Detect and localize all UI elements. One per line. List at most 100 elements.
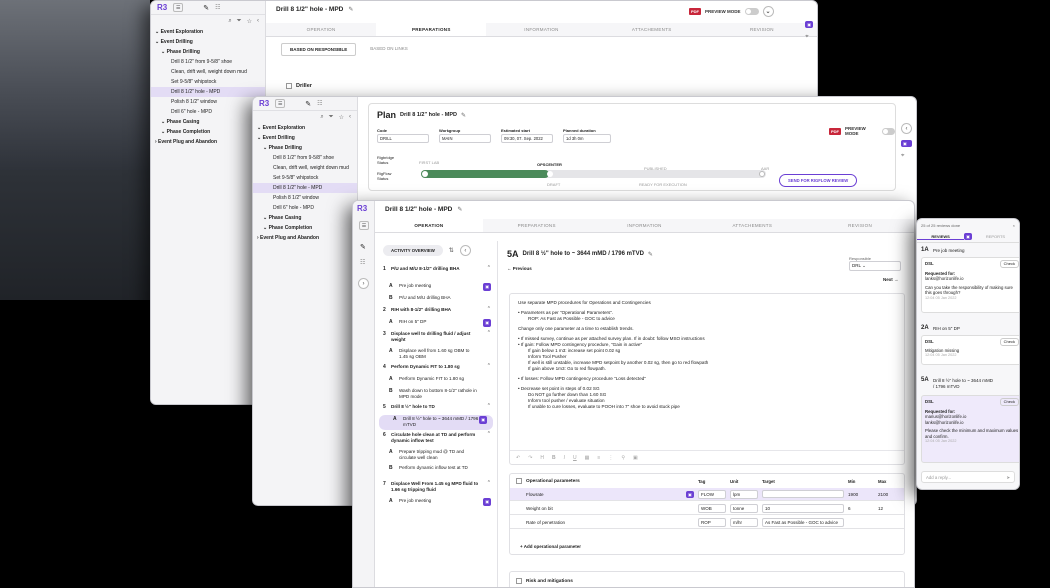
param-tag[interactable]: WOB	[698, 503, 726, 513]
tab-information[interactable]: INFORMATION	[591, 219, 699, 232]
send-icon[interactable]: ➤	[1006, 475, 1010, 480]
activity-group[interactable]: 1 P/U and M/U 8-1/2" drilling BHA ⌃	[375, 265, 497, 280]
tree-item[interactable]: ⌄ Event Drilling	[151, 37, 265, 47]
activity-step[interactable]: B Wash down to bottom 8-1/2" rathole in M…	[375, 387, 497, 402]
pen-icon[interactable]: ✎	[360, 243, 366, 251]
chevron-left-icon[interactable]: ‹	[459, 245, 471, 256]
close-icon[interactable]: ×	[1013, 223, 1015, 228]
list-icon[interactable]: ☷	[360, 259, 365, 266]
comment-icon[interactable]: ▣	[686, 490, 694, 498]
tree-item[interactable]: Polish 8 1/2" window	[151, 97, 265, 107]
edit-icon[interactable]: ✎	[348, 6, 353, 13]
subtab-responsible[interactable]: BASED ON RESPONSIBLE	[281, 43, 357, 56]
tab-attachements[interactable]: ATTACHEMENTS	[597, 23, 707, 36]
tab-operation[interactable]: OPERATION	[266, 23, 376, 36]
edit-icon[interactable]: ✎	[461, 112, 466, 119]
search-icon[interactable]: ⌕	[320, 114, 323, 121]
activity-step[interactable]: A Displace well from 1.60 sg OBM to 1.45 …	[375, 347, 497, 362]
param-min[interactable]: 1900	[848, 492, 858, 497]
tree-item[interactable]: Drill 6" hole - MPD	[151, 107, 265, 117]
tree-item[interactable]: ⌄ Event Exploration	[151, 27, 265, 37]
add-parameter-button[interactable]: + Add operational parameter	[520, 544, 581, 549]
edit-icon[interactable]: ✎	[648, 251, 653, 258]
location-icon[interactable]: ⌖	[901, 153, 912, 160]
chevron-down-icon[interactable]: ⌄	[762, 6, 774, 17]
menu-icon[interactable]: ☰	[173, 3, 184, 12]
tree-item[interactable]: Clean, drift well, weight down mud	[151, 67, 265, 77]
activity-step[interactable]: A Perform Dynamic FIT to 1.80 sg	[375, 375, 497, 386]
activity-group[interactable]: 6 Circulate hole clean at TD and perform …	[375, 431, 497, 446]
stage-dot-3[interactable]	[759, 171, 765, 177]
chevron-up-icon[interactable]: ⌃	[487, 330, 491, 336]
tree-item[interactable]: ⌄ Phase Completion	[253, 223, 357, 233]
pen-icon[interactable]: ✎	[305, 100, 311, 108]
param-unit[interactable]: m/hr	[730, 517, 758, 527]
stage-dot-2[interactable]	[547, 171, 553, 177]
check-button[interactable]: Check	[999, 338, 1019, 346]
param-target[interactable]: 10	[762, 503, 844, 513]
activity-step[interactable]: A Pre job meeting ▣	[375, 497, 497, 508]
star-icon[interactable]: ☆	[247, 18, 252, 25]
param-max[interactable]: 12	[878, 506, 883, 511]
plan-field-value[interactable]: MAIN	[439, 134, 491, 143]
bullet-list-icon[interactable]: ≡	[597, 455, 600, 461]
tree-item[interactable]: Drill 6" hole - MPD	[253, 203, 357, 213]
tab-operation[interactable]: OPERATION	[375, 219, 483, 232]
stage-dot-1[interactable]	[422, 171, 428, 177]
tree-item[interactable]: ⌄ Event Drilling	[253, 133, 357, 143]
image-icon[interactable]: ▣	[633, 455, 638, 461]
subtab-links[interactable]: BASED ON LINKS	[362, 43, 416, 56]
tab-preparations[interactable]: PREPARATIONS	[376, 23, 487, 36]
param-unit[interactable]: lpm	[730, 489, 758, 499]
sort-icon[interactable]: ⇅	[449, 247, 454, 254]
param-min[interactable]: 6	[848, 506, 851, 511]
activity-step[interactable]: A RIH on 5" DP ▣	[375, 318, 497, 329]
tab-attachements[interactable]: ATTACHEMENTS	[698, 219, 806, 232]
chevron-up-icon[interactable]: ⌃	[487, 431, 491, 437]
star-icon[interactable]: ☆	[339, 114, 344, 121]
link-icon[interactable]: ⚲	[621, 455, 625, 461]
tree-item[interactable]: Set 9-5/8" whipstock	[151, 77, 265, 87]
review-comment[interactable]: DSL Check Mitigation missing 12:04 05 Jan 2…	[921, 335, 1019, 365]
plan-field-value[interactable]: DRILL	[377, 134, 429, 143]
preview-toggle[interactable]	[882, 127, 895, 135]
chevron-up-icon[interactable]: ⌃	[487, 306, 491, 312]
tree-item[interactable]: Polish 8 1/2" window	[253, 193, 357, 203]
chat-icon[interactable]: ▣	[805, 21, 813, 28]
activity-group[interactable]: 4 Perform Dynamic FIT to 1.80 sg ⌃	[375, 363, 497, 373]
responsible-select[interactable]: DRL ⌄	[849, 261, 901, 271]
activity-step[interactable]: B Perform dynamic inflow test at TD	[375, 464, 497, 479]
chevron-up-icon[interactable]: ⌃	[487, 403, 491, 409]
list-icon[interactable]: ☷	[317, 100, 322, 107]
tree-item[interactable]: Drill 8 1/2" hole - MPD	[151, 87, 265, 97]
checkbox[interactable]	[286, 83, 292, 89]
preview-toggle[interactable]	[744, 8, 759, 15]
tab-revision[interactable]: REVISION	[806, 219, 914, 232]
tree-item[interactable]: ⌄ Phase Completion	[151, 127, 265, 137]
check-button[interactable]: Check	[999, 398, 1019, 406]
param-target[interactable]	[762, 490, 844, 498]
underline-icon[interactable]: U	[573, 455, 577, 461]
menu-icon[interactable]: ☰	[275, 99, 286, 108]
tree-item[interactable]: ⌄ Phase Casing	[151, 117, 265, 127]
plan-field-value[interactable]: 1d 3h 0m	[563, 134, 611, 143]
review-comment[interactable]: DSL Check Requested for: marius@horizonlife…	[921, 395, 1019, 463]
chevron-left-icon[interactable]: ‹	[257, 18, 259, 24]
chat-icon[interactable]: ▣	[901, 140, 912, 147]
pdf-icon[interactable]: PDF	[689, 8, 701, 15]
check-button[interactable]: Check	[999, 260, 1019, 268]
activity-step[interactable]: B P/U and M/U drilling BHA	[375, 294, 497, 305]
tree-item[interactable]: Clean, drift well, weight down mud	[253, 163, 357, 173]
tree-item[interactable]: ⌄ Phase Drilling	[253, 143, 357, 153]
activity-group[interactable]: 2 RIH with 8-1/2" drilling BHA ⌃	[375, 306, 497, 316]
activity-step[interactable]: A Pre job meeting ▣	[375, 282, 497, 293]
param-max[interactable]: 2100	[878, 492, 888, 497]
review-comment[interactable]: DSL Check Requested for: lanks@horizonlife.…	[921, 257, 1019, 313]
risk-checkbox[interactable]	[516, 578, 522, 584]
filter-icon[interactable]: ⏷	[237, 18, 242, 25]
tab-reports[interactable]: REPORTS	[972, 234, 1019, 239]
chevron-up-icon[interactable]: ⌃	[487, 265, 491, 271]
numbered-list-icon[interactable]: ⋮	[608, 455, 613, 461]
activity-overview-button[interactable]: ACTIVITY OVERVIEW	[383, 245, 443, 256]
pen-icon[interactable]: ✎	[203, 4, 209, 12]
